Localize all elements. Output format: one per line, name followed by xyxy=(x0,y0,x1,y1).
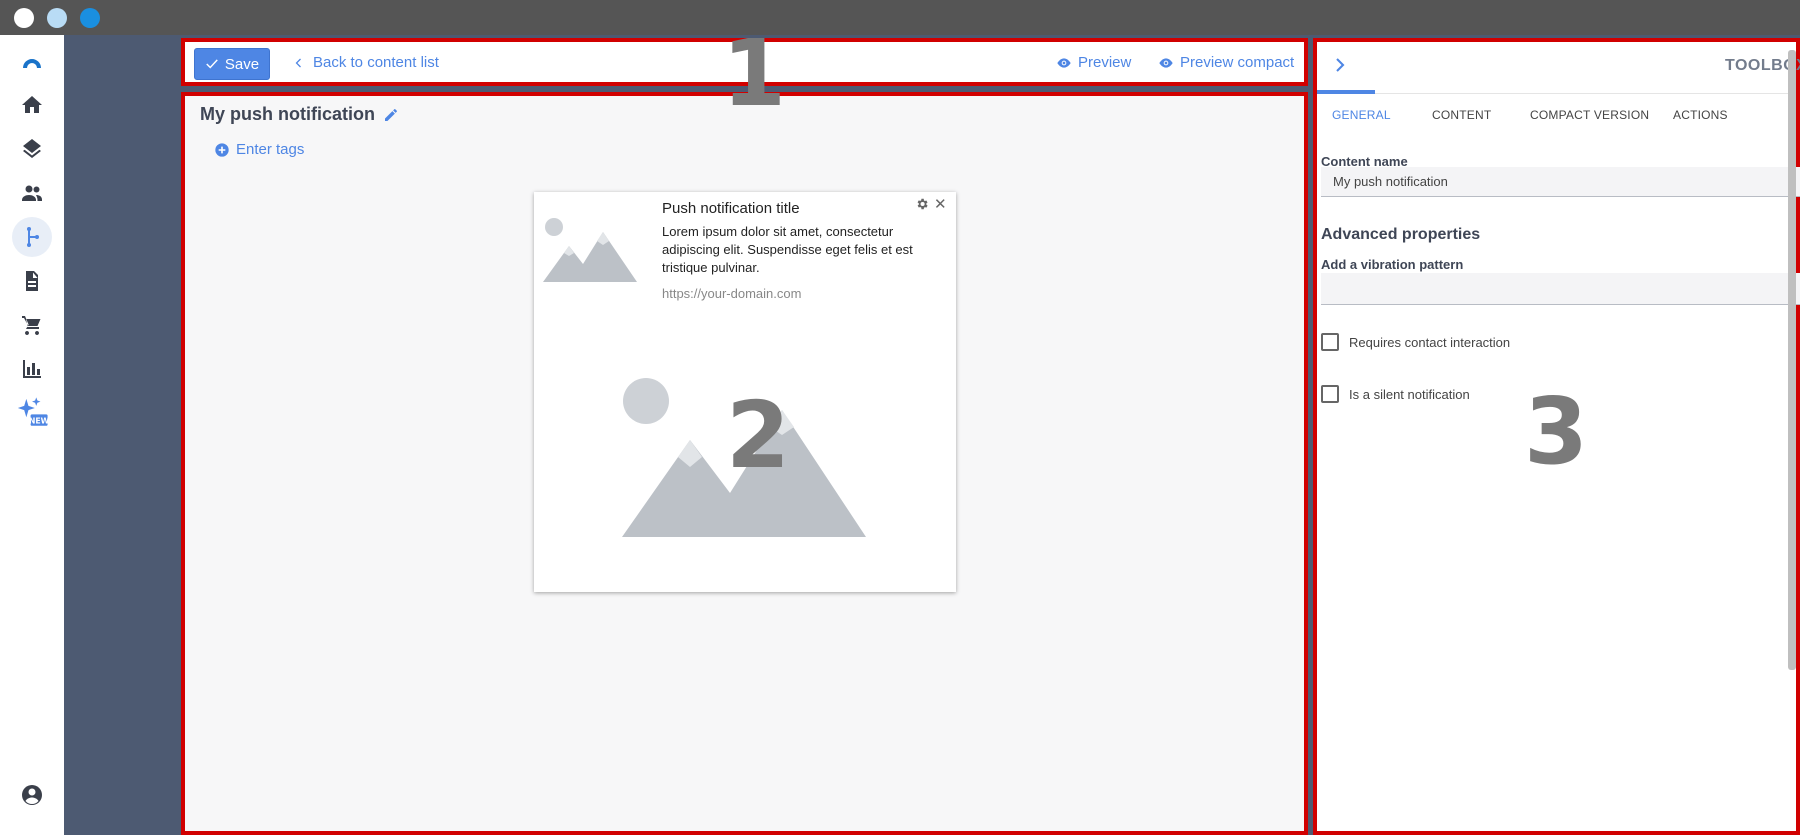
account-icon[interactable] xyxy=(12,775,52,815)
back-to-list-link[interactable]: Back to content list xyxy=(293,54,439,71)
region-number-3: 3 xyxy=(1524,378,1589,485)
tab-general[interactable]: GENERAL xyxy=(1332,108,1391,122)
region-number-2: 2 xyxy=(726,382,791,489)
analytics-icon[interactable] xyxy=(12,349,52,389)
preview-label: Preview xyxy=(1078,54,1132,71)
edit-pencil-icon[interactable] xyxy=(383,107,399,123)
tab-content[interactable]: CONTENT xyxy=(1432,108,1491,122)
add-circle-icon xyxy=(215,142,229,157)
logo-icon[interactable] xyxy=(12,43,52,83)
content-title-text: My push notification xyxy=(200,104,375,124)
save-button-label: Save xyxy=(224,55,260,73)
content-name-value: My push notification xyxy=(1333,174,1448,189)
left-nav: NEW xyxy=(0,35,64,835)
sparkle-new-icon[interactable]: NEW xyxy=(12,393,52,433)
secondary-sidebar xyxy=(64,35,181,835)
silent-notification-label: Is a silent notification xyxy=(1349,386,1470,402)
enter-tags-button[interactable]: Enter tags xyxy=(214,141,304,158)
push-url: https://your-domain.com xyxy=(662,286,802,301)
toolbox-header: TOOLBOX xyxy=(1317,42,1800,94)
check-icon xyxy=(206,59,218,69)
advanced-properties-heading: Advanced properties xyxy=(1321,226,1481,243)
push-title: Push notification title xyxy=(662,200,800,217)
requires-contact-interaction-label: Requires contact interaction xyxy=(1349,334,1511,350)
back-link-label: Back to content list xyxy=(313,54,439,71)
region-number-1: 1 xyxy=(722,20,787,127)
people-icon[interactable] xyxy=(12,173,52,213)
layers-icon[interactable] xyxy=(12,129,52,169)
requires-contact-interaction-checkbox[interactable] xyxy=(1321,333,1339,351)
window-minimize-button[interactable] xyxy=(47,8,67,28)
home-icon[interactable] xyxy=(12,85,52,125)
push-body: Lorem ipsum dolor sit amet, consectetur … xyxy=(662,224,913,275)
content-name-field[interactable]: My push notification xyxy=(1321,167,1800,197)
preview-compact-label: Preview compact xyxy=(1180,54,1295,71)
tab-actions[interactable]: ACTIONS xyxy=(1673,108,1728,122)
close-icon[interactable]: ✕ xyxy=(934,195,947,213)
silent-notification-option[interactable]: Is a silent notification xyxy=(1321,385,1470,403)
gear-icon[interactable] xyxy=(915,197,929,211)
preview-compact-button[interactable]: Preview compact xyxy=(1158,54,1294,71)
cart-icon[interactable] xyxy=(12,305,52,345)
window-titlebar xyxy=(0,0,1800,35)
vibration-pattern-field[interactable] xyxy=(1321,273,1800,305)
enter-tags-label: Enter tags xyxy=(236,141,305,158)
window-maximize-button[interactable] xyxy=(80,8,100,28)
document-icon[interactable] xyxy=(12,261,52,301)
eye-icon xyxy=(1159,57,1173,68)
silent-notification-checkbox[interactable] xyxy=(1321,385,1339,403)
window-close-button[interactable] xyxy=(14,8,34,28)
save-button[interactable]: Save xyxy=(194,48,270,80)
thumbnail-placeholder-icon xyxy=(543,218,637,282)
tab-compact-version[interactable]: COMPACT VERSION xyxy=(1530,108,1649,122)
requires-contact-interaction-option[interactable]: Requires contact interaction xyxy=(1321,333,1510,351)
preview-button[interactable]: Preview xyxy=(1056,54,1131,71)
active-tab-indicator xyxy=(1317,90,1375,94)
eye-icon xyxy=(1057,57,1071,68)
chevron-right-icon[interactable] xyxy=(1331,56,1349,74)
vibration-pattern-label: Add a vibration pattern xyxy=(1321,257,1464,272)
journey-icon[interactable] xyxy=(12,217,52,257)
toolbox-scrollbar[interactable] xyxy=(1788,50,1796,670)
content-title: My push notification xyxy=(200,104,399,125)
chevron-left-icon xyxy=(295,58,301,67)
new-badge-label: NEW xyxy=(29,417,49,426)
